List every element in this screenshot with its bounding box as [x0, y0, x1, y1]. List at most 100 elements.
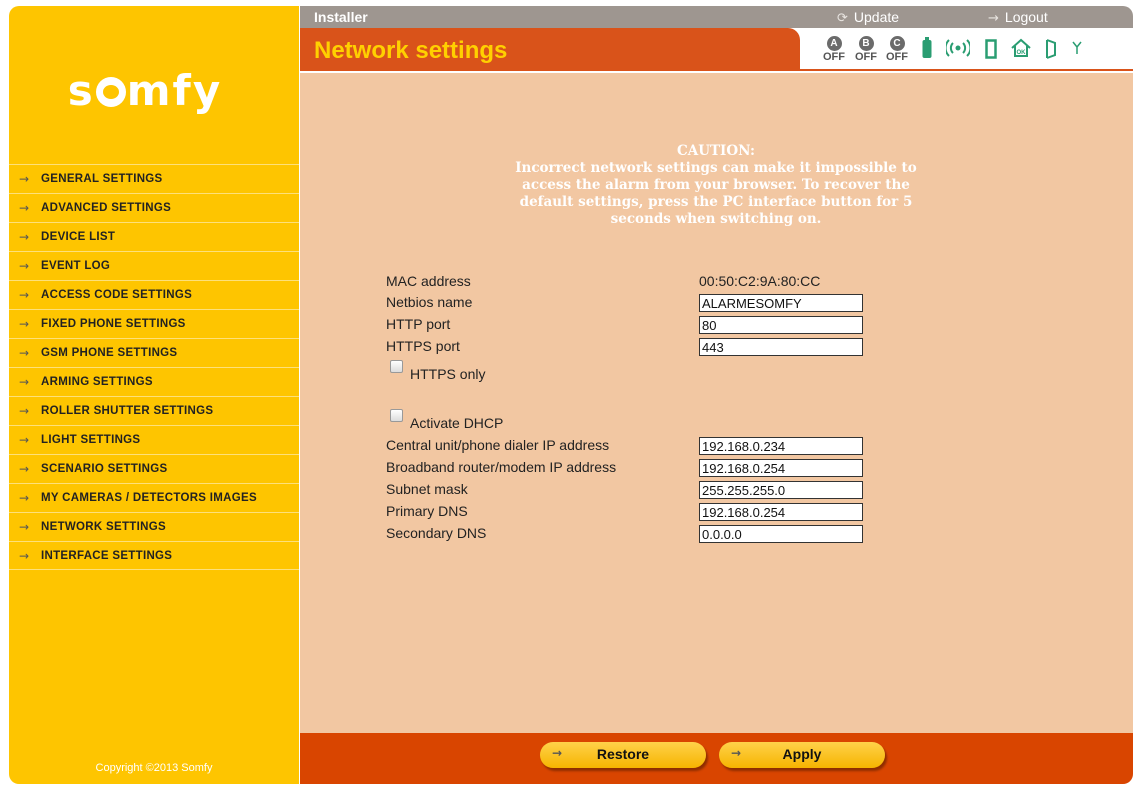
arrow-right-icon: →	[19, 404, 30, 418]
sidebar-item-interface-settings[interactable]: → INTERFACE SETTINGS	[9, 541, 299, 570]
zone-c-state: OFF	[886, 51, 908, 63]
arrow-right-icon: →	[19, 317, 30, 331]
subnet-input[interactable]	[699, 481, 863, 499]
router-ip-label: Broadband router/modem IP address	[386, 459, 617, 475]
arrow-right-icon: →	[19, 520, 30, 534]
sidebar-item-label: ARMING SETTINGS	[41, 376, 153, 388]
caution-line-3: default settings, press the PC interface…	[519, 194, 913, 210]
sidebar-item-cameras-detectors-images[interactable]: → MY CAMERAS / DETECTORS IMAGES	[9, 483, 299, 512]
footer-bar: → Restore → Apply	[300, 733, 1133, 784]
central-ip-label: Central unit/phone dialer IP address	[386, 437, 610, 453]
https-port-input[interactable]	[699, 338, 863, 356]
sidebar-item-network-settings[interactable]: → NETWORK SETTINGS	[9, 512, 299, 541]
sidebar-item-label: GSM PHONE SETTINGS	[41, 347, 178, 359]
netbios-input[interactable]	[699, 294, 863, 312]
apply-label: Apply	[782, 746, 822, 762]
zone-b-icon: B	[858, 36, 874, 51]
sidebar-item-label: ACCESS CODE SETTINGS	[41, 289, 193, 301]
sidebar-item-light-settings[interactable]: → LIGHT SETTINGS	[9, 425, 299, 454]
arrow-right-icon: →	[19, 548, 30, 563]
sidebar-item-general-settings[interactable]: → GENERAL SETTINGS	[9, 164, 299, 193]
arrow-right-icon: →	[988, 11, 999, 26]
arrow-right-icon: →	[19, 491, 30, 505]
sidebar-item-scenario-settings[interactable]: → SCENARIO SETTINGS	[9, 454, 299, 483]
sidebar: s mfy → GENERAL SETTINGS → ADVANCED SETTING…	[9, 6, 299, 784]
home-ok-icon: OK	[1010, 38, 1032, 62]
zone-a-icon: A	[826, 36, 842, 51]
zone-a-state: OFF	[823, 51, 845, 63]
logout-label: Logout	[1004, 9, 1048, 25]
sidebar-item-gsm-phone-settings[interactable]: → GSM PHONE SETTINGS	[9, 338, 299, 367]
wireless-signal-icon	[944, 39, 972, 61]
logout-link[interactable]: → Logout	[988, 9, 1048, 26]
status-bar: A OFF B OFF C OFF OK	[800, 28, 1133, 71]
sidebar-item-event-log[interactable]: → EVENT LOG	[9, 251, 299, 280]
arrow-right-icon: →	[19, 201, 30, 215]
secondary-dns-input[interactable]	[699, 525, 863, 543]
dhcp-label: Activate DHCP	[410, 415, 504, 431]
zone-b-state: OFF	[855, 51, 877, 63]
mac-address-label: MAC address	[386, 273, 471, 289]
sidebar-item-label: ROLLER SHUTTER SETTINGS	[41, 405, 214, 417]
sidebar-item-label: LIGHT SETTINGS	[41, 434, 141, 446]
router-ip-input[interactable]	[699, 459, 863, 477]
sidebar-item-access-code-settings[interactable]: → ACCESS CODE SETTINGS	[9, 280, 299, 309]
http-port-input[interactable]	[699, 316, 863, 334]
antenna-icon	[1072, 40, 1082, 59]
update-label: Update	[853, 9, 900, 25]
caution-line-2: access the alarm from your browser. To r…	[522, 177, 910, 193]
title-bar: Network settings	[300, 28, 800, 71]
arrow-right-icon: →	[19, 462, 30, 476]
primary-dns-input[interactable]	[699, 503, 863, 521]
secondary-dns-label: Secondary DNS	[386, 525, 487, 541]
main-content: CAUTION: Incorrect network settings can …	[300, 73, 1133, 733]
svg-text:OK: OK	[1017, 50, 1027, 56]
caution-message: CAUTION: Incorrect network settings can …	[480, 143, 952, 228]
sidebar-item-label: NETWORK SETTINGS	[41, 521, 166, 533]
door-sensor-icon	[985, 39, 997, 63]
primary-dns-label: Primary DNS	[386, 503, 468, 519]
caution-title: CAUTION:	[677, 143, 755, 159]
zone-a-status: A OFF	[822, 36, 846, 64]
sidebar-item-advanced-settings[interactable]: → ADVANCED SETTINGS	[9, 193, 299, 222]
arrow-right-icon: →	[19, 230, 30, 244]
central-ip-input[interactable]	[699, 437, 863, 455]
subnet-label: Subnet mask	[386, 481, 468, 497]
sidebar-item-device-list[interactable]: → DEVICE LIST	[9, 222, 299, 251]
apply-button[interactable]: → Apply	[719, 742, 885, 768]
sidebar-item-label: MY CAMERAS / DETECTORS IMAGES	[41, 492, 257, 504]
sidebar-item-label: SCENARIO SETTINGS	[41, 463, 168, 475]
caution-line-4: seconds when switching on.	[610, 211, 822, 227]
dhcp-checkbox[interactable]	[390, 409, 403, 422]
top-bar: Installer ⟳ Update → Logout	[300, 6, 1133, 28]
zone-c-icon: C	[889, 36, 905, 51]
sidebar-item-label: GENERAL SETTINGS	[41, 173, 163, 185]
https-only-checkbox[interactable]	[390, 360, 403, 373]
sidebar-item-label: EVENT LOG	[41, 260, 111, 272]
refresh-icon: ⟳	[837, 11, 848, 26]
restore-label: Restore	[596, 746, 650, 762]
logo-dot	[95, 77, 126, 107]
sidebar-item-label: FIXED PHONE SETTINGS	[41, 318, 186, 330]
copyright-text: Copyright ©2013 Somfy	[95, 762, 213, 774]
http-port-label: HTTP port	[386, 316, 451, 332]
https-port-label: HTTPS port	[386, 338, 460, 354]
sidebar-item-roller-shutter-settings[interactable]: → ROLLER SHUTTER SETTINGS	[9, 396, 299, 425]
somfy-logo: s mfy	[67, 66, 223, 115]
arrow-right-icon: →	[19, 172, 30, 186]
sidebar-item-fixed-phone-settings[interactable]: → FIXED PHONE SETTINGS	[9, 309, 299, 338]
caution-line-1: Incorrect network settings can make it i…	[515, 160, 917, 176]
arrow-right-icon: →	[19, 375, 30, 389]
page-title: Network settings	[314, 37, 508, 64]
door-open-icon	[1045, 39, 1057, 63]
sidebar-item-arming-settings[interactable]: → ARMING SETTINGS	[9, 367, 299, 396]
mac-address-value: 00:50:C2:9A:80:CC	[699, 273, 821, 289]
sidebar-item-label: ADVANCED SETTINGS	[41, 202, 172, 214]
update-link[interactable]: ⟳ Update	[837, 9, 899, 26]
netbios-label: Netbios name	[386, 294, 473, 310]
sidebar-item-label: INTERFACE SETTINGS	[41, 549, 173, 562]
arrow-right-icon: →	[19, 288, 30, 302]
zone-c-status: C OFF	[885, 36, 909, 64]
restore-button[interactable]: → Restore	[540, 742, 706, 768]
https-only-label: HTTPS only	[410, 366, 486, 382]
